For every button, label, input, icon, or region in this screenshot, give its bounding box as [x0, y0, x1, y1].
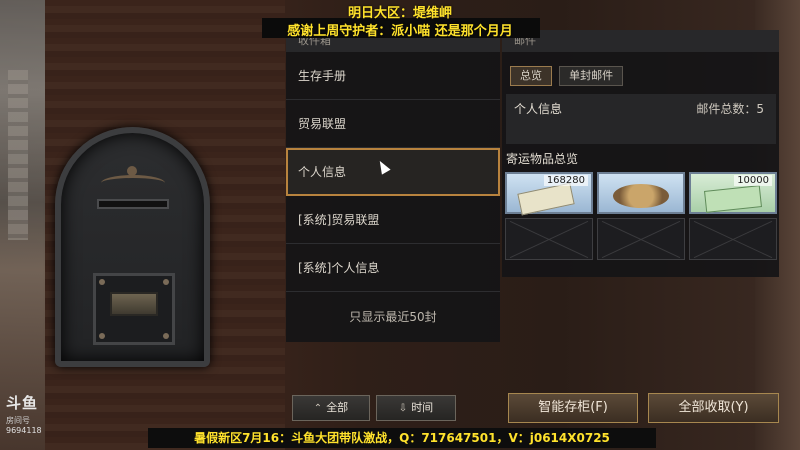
mail-count: 邮件总数：5: [696, 102, 764, 116]
mailbox: [55, 127, 210, 367]
category-system-trade-alliance[interactable]: [系统]贸易联盟: [286, 196, 500, 244]
sort-time-button[interactable]: ⇩ 时间: [376, 395, 456, 421]
rivet: [99, 279, 105, 285]
category-personal-info[interactable]: 个人信息: [286, 148, 500, 196]
mailbox-slot: [97, 199, 169, 209]
rivet: [163, 333, 169, 339]
tab-single-mail[interactable]: 单封邮件: [559, 66, 624, 86]
note-icon: [517, 182, 575, 216]
room-label: 房间号: [6, 416, 30, 425]
mailbox-plate: [110, 292, 158, 316]
rivet: [163, 279, 169, 285]
mailbox-door: [93, 273, 175, 345]
stone-wall: [0, 0, 45, 450]
category-survival-manual[interactable]: 生存手册: [286, 52, 500, 100]
info-title: 个人信息: [514, 102, 563, 116]
item-slot[interactable]: 10000: [689, 172, 777, 214]
item-slot[interactable]: [597, 172, 685, 214]
mail-info-box: 个人信息 邮件总数：5: [506, 94, 776, 144]
shipped-items-title: 寄运物品总览: [506, 152, 579, 166]
mailbox-ornament: [101, 166, 165, 191]
mail-tabs: 总览 单封邮件: [510, 64, 625, 86]
douyu-logo: 斗鱼: [6, 394, 39, 412]
overlay-bottom-line: 暑假新区7月16：斗鱼大团带队激战，Q：717647501，V：j0614X07…: [148, 428, 656, 448]
collect-all-button[interactable]: 全部收取(Y): [648, 393, 779, 423]
item-slot[interactable]: 168280: [505, 172, 593, 216]
category-system-personal-info[interactable]: [系统]个人信息: [286, 244, 500, 292]
grilled-fish-icon: [613, 184, 669, 208]
recent-mail-note: 只显示最近50封: [349, 310, 437, 324]
mail-category-panel: 收件箱 生存手册 贸易联盟 个人信息 [系统]贸易联盟 [系统]个人信息 只显示…: [286, 30, 500, 342]
room-number: 9694118: [6, 426, 42, 435]
arrow-down-icon: ⇩: [398, 403, 408, 414]
category-trade-alliance[interactable]: 贸易联盟: [286, 100, 500, 148]
sort-time-label: 时间: [411, 401, 434, 414]
chevron-up-icon: ⌃: [313, 403, 323, 414]
empty-slot: [689, 218, 777, 260]
overlay-top-line2: 感谢上周守护者：派小喵 还是那个月月: [287, 24, 513, 39]
empty-slot: [505, 218, 593, 260]
mail-overview-panel: 邮件 总览 单封邮件 个人信息 邮件总数：5 寄运物品总览 168280 100…: [502, 30, 779, 277]
empty-slot: [597, 218, 685, 260]
shipped-items-grid: 168280 10000: [505, 172, 777, 260]
sort-all-label: 全部: [326, 401, 349, 414]
sort-all-button[interactable]: ⌃ 全部: [292, 395, 370, 421]
item-quantity: 168280: [543, 175, 588, 186]
tab-overview[interactable]: 总览: [510, 66, 552, 86]
smart-store-button[interactable]: 智能存柜(F): [508, 393, 638, 423]
banknote-icon: [704, 185, 762, 213]
rivet: [99, 333, 105, 339]
item-quantity: 10000: [734, 175, 772, 186]
douyu-watermark: 斗鱼 房间号 9694118: [6, 392, 66, 435]
overlay-top-line1: 明日大区：堤维岬: [347, 6, 452, 21]
